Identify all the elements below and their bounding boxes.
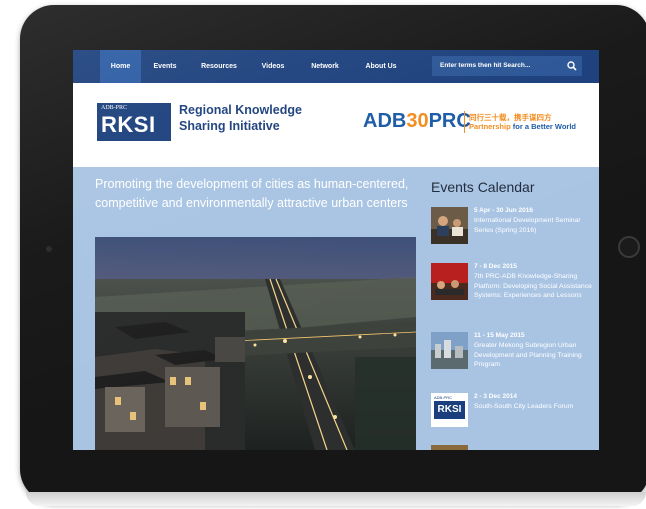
conference-photo [431,263,468,300]
event-title: International Development Seminar Series… [474,217,581,234]
nav-item-about-us[interactable]: About Us [357,50,405,83]
nav-bar: Home Events Resources Videos Network Abo… [73,50,599,83]
logo-small-text: ADB-PRC [101,105,128,111]
site-name-line2: Sharing Initiative [179,119,280,133]
site-name: Regional Knowledge Sharing Initiative [179,102,302,134]
rksi-thumb-small-text: ADB-PRC [434,395,453,400]
site-header: ADB-PRC RKSI Regional Knowledge Sharing … [73,83,599,167]
nav-item-network[interactable]: Network [301,50,349,83]
event-title: 7th PRC-ADB Knowledge-Sharing Platform: … [474,273,592,299]
partner-tagline: 同行三十载，携手谋四方 Partnership for a Better Wor… [469,113,576,131]
events-calendar-heading: Events Calendar [431,179,535,195]
event-date: 7 - 8 Dec 2015 [474,263,518,270]
logo-divider [464,111,465,133]
nav-item-home[interactable]: Home [100,50,141,83]
seminar-photo [431,207,468,244]
event-date: 2 - 3 Dec 2014 [474,393,518,400]
rksi-thumbnail: ADB-PRC RKSI [431,393,468,427]
search-icon[interactable] [567,61,577,71]
rksi-logo[interactable]: ADB-PRC RKSI [97,103,171,141]
logo-big-text: RKSI [101,112,156,137]
adb-logo-num: 30 [406,110,429,132]
event-item[interactable]: 5 Apr - 30 Jun 2016 International Develo… [425,207,599,247]
partner-tagline-en-1: Partnership [469,122,511,131]
event-date: 11 - 15 May 2015 [474,332,525,339]
screen: Home Events Resources Videos Network Abo… [73,50,599,450]
event-title: Greater Mekong Subregion Urban Developme… [474,342,582,368]
city-night-photo[interactable] [95,237,416,450]
camera-icon [46,246,52,252]
adb-logo-pre: ADB [363,110,407,132]
city-photo [431,332,468,369]
event-item[interactable]: 7 - 8 Dec 2015 7th PRC-ADB Knowledge-Sha… [425,263,599,313]
event-title: South-South City Leaders Forum [474,403,574,410]
nav-item-resources[interactable]: Resources [195,50,243,83]
events-sidebar: Events Calendar 5 Apr - 30 Jun 2016 Inte… [425,167,599,450]
site-name-line1: Regional Knowledge [179,103,302,117]
feature-title[interactable]: Promoting the development of cities as h… [95,175,415,213]
search-input[interactable]: Enter terms then hit Search... [432,56,582,76]
next-event-thumbnail-partial [431,445,468,450]
adb30prc-logo: ADB30PRC [363,110,471,133]
nav-item-videos[interactable]: Videos [253,50,293,83]
main-content: Promoting the development of cities as h… [73,167,599,450]
partner-tagline-en-2: for a Better World [512,122,576,131]
event-date: 5 Apr - 30 Jun 2016 [474,207,534,214]
partner-tagline-cn: 同行三十载，携手谋四方 [469,113,552,122]
nav-item-events[interactable]: Events [145,50,185,83]
rksi-thumb-text: RKSI [434,401,465,419]
event-item[interactable]: 11 - 15 May 2015 Greater Mekong Subregio… [425,332,599,372]
tablet-edge [26,492,646,506]
home-button[interactable] [618,236,640,258]
event-item[interactable]: ADB-PRC RKSI 2 - 3 Dec 2014 South-South … [425,393,599,431]
